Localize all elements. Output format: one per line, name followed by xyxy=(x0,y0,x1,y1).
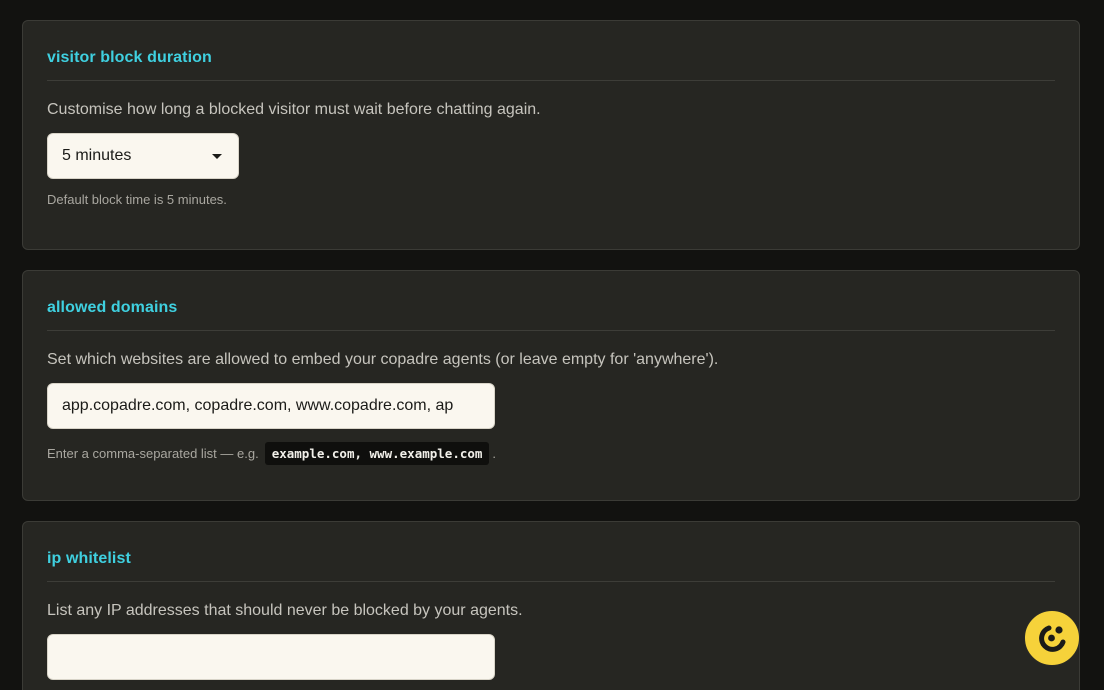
select-value: 5 minutes xyxy=(62,147,132,164)
help-suffix: . xyxy=(492,446,497,461)
example-code: example.com, www.example.com xyxy=(264,442,490,465)
caret-down-icon xyxy=(212,154,222,159)
divider xyxy=(47,581,1055,582)
allowed-domains-card: allowed domains Set which websites are a… xyxy=(22,270,1080,501)
chat-assistant-button[interactable] xyxy=(1024,610,1080,666)
help-text: Enter a comma-separated list — e.g. exam… xyxy=(47,442,496,465)
allowed-domains-input[interactable] xyxy=(47,383,495,429)
help-text: Default block time is 5 minutes. xyxy=(47,192,227,207)
divider xyxy=(47,330,1055,331)
ip-whitelist-card: ip whitelist List any IP addresses that … xyxy=(22,521,1080,690)
card-description: Customise how long a blocked visitor mus… xyxy=(47,101,541,118)
settings-page: visitor block duration Customise how lon… xyxy=(0,0,1104,690)
help-prefix: Enter a comma-separated list — e.g. xyxy=(47,446,259,461)
card-description: Set which websites are allowed to embed … xyxy=(47,351,719,368)
ip-whitelist-input[interactable] xyxy=(47,634,495,680)
card-description: List any IP addresses that should never … xyxy=(47,602,523,619)
card-title: allowed domains xyxy=(47,299,178,316)
card-title: ip whitelist xyxy=(47,550,131,567)
chat-assistant-icon xyxy=(1039,625,1066,652)
divider xyxy=(47,80,1055,81)
visitor-block-duration-card: visitor block duration Customise how lon… xyxy=(22,20,1080,250)
block-duration-select[interactable]: 5 minutes xyxy=(47,133,239,179)
card-title: visitor block duration xyxy=(47,49,212,66)
